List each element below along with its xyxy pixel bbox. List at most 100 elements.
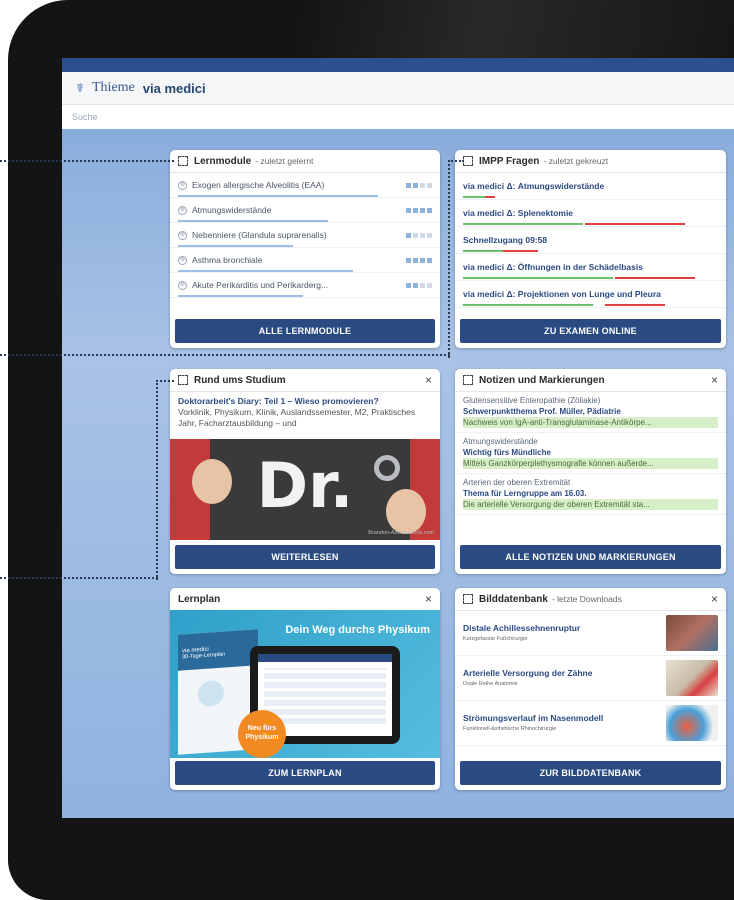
correct-bar bbox=[463, 277, 613, 279]
top-bar bbox=[62, 58, 734, 72]
module-label: Akute Perikarditis und Perikarderg... bbox=[192, 280, 329, 290]
callout-line bbox=[156, 380, 174, 580]
close-icon[interactable]: × bbox=[711, 373, 718, 387]
note-topic: Atmungswiderstände bbox=[463, 437, 538, 446]
correct-bar bbox=[463, 304, 593, 306]
close-icon[interactable]: × bbox=[425, 373, 432, 387]
module-label: Nebenniere (Glandula suprarenalis) bbox=[192, 230, 327, 240]
image-source: Duale Reihe Anatomie bbox=[463, 681, 518, 687]
close-icon[interactable]: × bbox=[711, 592, 718, 606]
image-credit: Brandon-Adobe.Stock.com bbox=[368, 530, 434, 536]
alle-notizen-button[interactable]: ALLE NOTIZEN UND MARKIERUNGEN bbox=[460, 545, 721, 569]
impp-item[interactable]: Schnellzugang 09:58 bbox=[455, 227, 726, 254]
module-label: Asthma bronchiale bbox=[192, 255, 263, 265]
impp-item[interactable]: via medici Δ: Öffnungen in der Schädelba… bbox=[455, 254, 726, 281]
note-item[interactable]: Glutensensitive Enteropathie (Zöliakie) … bbox=[455, 392, 726, 433]
image-source: Funktionell-ästhetische Rhinochirurgie bbox=[463, 726, 557, 732]
bilddatenbank-header: Bilddatenbank - letzte Downloads × bbox=[455, 588, 726, 611]
zur-bilddatenbank-button[interactable]: ZUR BILDDATENBANK bbox=[460, 761, 721, 785]
impp-label: via medici Δ: Atmungswiderstände bbox=[463, 181, 605, 191]
image-source: Kurzgefasste Fußchirurgie bbox=[463, 636, 528, 642]
expand-icon[interactable] bbox=[463, 594, 473, 604]
impp-item[interactable]: via medici Δ: Splenektomie bbox=[455, 200, 726, 227]
lernmodule-item[interactable]: ⊗ Asthma bronchiale bbox=[170, 248, 440, 273]
note-item[interactable]: Atmungswiderstände Wichtig fürs Mündlich… bbox=[455, 433, 726, 474]
tablet-screen-table bbox=[264, 668, 386, 724]
module-progress-bar bbox=[178, 220, 328, 222]
lernmodule-item[interactable]: ⊗ Nebenniere (Glandula suprarenalis) bbox=[170, 223, 440, 248]
note-marking: Nachweis von IgA-anti-Transglutaminase-A… bbox=[463, 417, 718, 428]
lernmodule-subtitle: - zuletzt gelernt bbox=[255, 156, 314, 166]
progress-dots bbox=[406, 232, 432, 238]
brand-name[interactable]: Thieme bbox=[92, 80, 135, 96]
expand-icon[interactable] bbox=[463, 375, 473, 385]
note-topic: Glutensensitive Enteropathie (Zöliakie) bbox=[463, 396, 601, 405]
article-image[interactable]: Dr. Brandon-Adobe.Stock.com bbox=[170, 439, 440, 540]
progress-dots bbox=[406, 207, 432, 213]
correct-bar bbox=[463, 196, 485, 198]
impp-label: via medici Δ: Öffnungen in der Schädelba… bbox=[463, 262, 643, 272]
product-name[interactable]: via medici bbox=[143, 81, 206, 96]
stethoscope-icon bbox=[374, 455, 400, 481]
wrong-bar bbox=[503, 250, 538, 252]
lernmodule-list: ⊗ Exogen allergische Alveolitis (EAA) ⊗ At… bbox=[170, 173, 440, 298]
expand-icon[interactable] bbox=[178, 156, 188, 166]
image-thumbnail[interactable] bbox=[666, 615, 718, 651]
image-item[interactable]: Distale Achillessehnenruptur Kurzgefasst… bbox=[455, 611, 726, 656]
lernmodule-item[interactable]: ⊗ Akute Perikarditis und Perikarderg... bbox=[170, 273, 440, 298]
callout-line bbox=[0, 577, 158, 579]
banner-headline: Dein Weg durchs Physikum bbox=[285, 624, 430, 636]
module-icon: ⊗ bbox=[178, 180, 187, 190]
impp-card: IMPP Fragen - zuletzt gekreuzt via medic… bbox=[455, 150, 726, 348]
image-title: Distale Achillessehnenruptur bbox=[463, 623, 581, 633]
search-input[interactable]: Suche bbox=[62, 105, 734, 129]
bilddatenbank-subtitle: - letzte Downloads bbox=[551, 594, 622, 604]
article-teaser[interactable]: Doktorarbeit's Diary: Teil 1 – Wieso pro… bbox=[170, 392, 440, 440]
image-thumbnail[interactable] bbox=[666, 705, 718, 741]
alle-lernmodule-button[interactable]: ALLE LERNMODULE bbox=[175, 319, 435, 343]
close-icon[interactable]: × bbox=[425, 592, 432, 606]
badge-line1: Neu fürs bbox=[247, 725, 277, 732]
note-text: Thema für Lerngruppe am 16.03. bbox=[463, 489, 587, 498]
lernplan-title: Lernplan bbox=[178, 593, 221, 605]
lernmodule-card: Lernmodule - zuletzt gelernt ⊗ Exogen all… bbox=[170, 150, 440, 348]
image-title: Strömungsverlauf im Nasenmodell bbox=[463, 713, 604, 723]
zum-lernplan-button[interactable]: ZUM LERNPLAN bbox=[175, 761, 435, 785]
checkmark-icon bbox=[198, 679, 224, 708]
studium-header: Rund ums Studium × bbox=[170, 369, 440, 392]
module-progress-bar bbox=[178, 270, 353, 272]
weiterlesen-button[interactable]: WEITERLESEN bbox=[175, 545, 435, 569]
image-item[interactable]: Arterielle Versorgung der Zähne Duale Re… bbox=[455, 656, 726, 701]
studium-title: Rund ums Studium bbox=[194, 374, 286, 386]
book-header: via medici 30-Tage-Lernplan bbox=[178, 629, 258, 671]
impp-header: IMPP Fragen - zuletzt gekreuzt bbox=[455, 150, 726, 173]
lernmodule-title: Lernmodule bbox=[194, 155, 252, 167]
lernmodule-item[interactable]: ⊗ Atmungswiderstände bbox=[170, 198, 440, 223]
progress-dots bbox=[406, 257, 432, 263]
impp-label: via medici Δ: Projektionen von Lunge und… bbox=[463, 289, 661, 299]
studium-card: Rund ums Studium × Doktorarbeit's Diary:… bbox=[170, 369, 440, 574]
module-label: Atmungswiderstände bbox=[192, 205, 272, 215]
image-thumbnail[interactable] bbox=[666, 660, 718, 696]
tablet-screen-bar bbox=[258, 654, 392, 662]
expand-icon[interactable] bbox=[178, 375, 188, 385]
lernplan-card: Lernplan × Dein Weg durchs Physikum via … bbox=[170, 588, 440, 790]
expand-icon[interactable] bbox=[463, 156, 473, 166]
module-icon: ⊗ bbox=[178, 205, 187, 215]
image-item[interactable]: Strömungsverlauf im Nasenmodell Funktion… bbox=[455, 701, 726, 746]
zu-examen-online-button[interactable]: ZU EXAMEN ONLINE bbox=[460, 319, 721, 343]
progress-dots bbox=[406, 282, 432, 288]
note-item[interactable]: Arterien der oberen Extremität Thema für… bbox=[455, 474, 726, 515]
correct-bar bbox=[463, 223, 583, 225]
wrong-bar bbox=[605, 304, 665, 306]
article-headline: Doktorarbeit's Diary: Teil 1 – Wieso pro… bbox=[178, 396, 379, 406]
note-text: Schwerpunktthema Prof. Müller, Pädiatrie bbox=[463, 407, 621, 416]
note-text: Wichtig fürs Mündliche bbox=[463, 448, 551, 457]
impp-item[interactable]: via medici Δ: Projektionen von Lunge und… bbox=[455, 281, 726, 308]
impp-item[interactable]: via medici Δ: Atmungswiderstände bbox=[455, 173, 726, 200]
article-text: Vorklinik, Physikum, Klinik, Auslandssem… bbox=[178, 407, 416, 428]
wrong-bar bbox=[615, 277, 695, 279]
lernplan-banner[interactable]: Dein Weg durchs Physikum via medici 30-T… bbox=[170, 610, 440, 758]
lernmodule-item[interactable]: ⊗ Exogen allergische Alveolitis (EAA) bbox=[170, 173, 440, 198]
new-badge: Neu fürs Physikum bbox=[238, 710, 286, 758]
